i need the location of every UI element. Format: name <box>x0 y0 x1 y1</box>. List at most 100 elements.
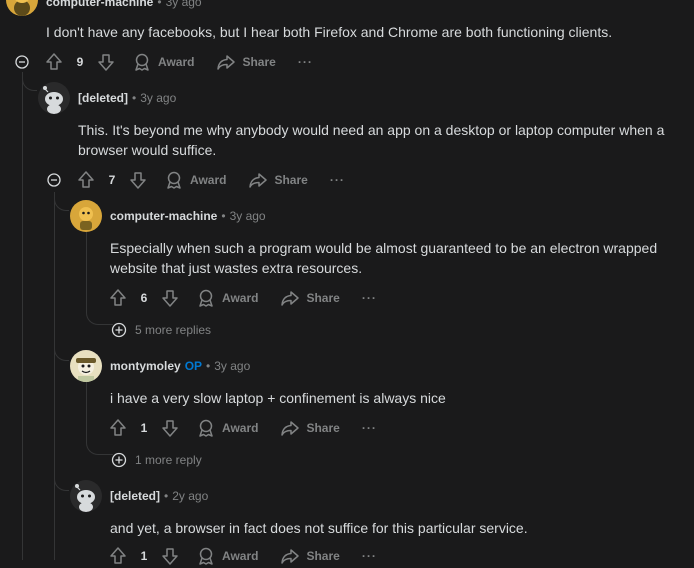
share-button[interactable]: Share <box>240 168 315 192</box>
thread-elbow <box>22 72 37 91</box>
more-options-button[interactable]: ··· <box>354 549 385 563</box>
upvote-button[interactable] <box>74 168 98 192</box>
share-label: Share <box>274 173 308 187</box>
award-label: Award <box>222 421 259 435</box>
comment-body: This. It's beyond me why anybody would n… <box>78 122 665 158</box>
comment-meta: [deleted] • 2y ago <box>110 487 208 505</box>
award-button[interactable]: Award <box>188 286 266 310</box>
timestamp[interactable]: 2y ago <box>172 489 208 503</box>
author-name[interactable]: [deleted] <box>110 489 160 503</box>
downvote-icon <box>162 290 178 307</box>
upvote-icon <box>110 289 126 306</box>
downvote-button[interactable] <box>158 544 182 568</box>
upvote-button[interactable] <box>106 286 130 310</box>
expand-icon <box>111 452 127 468</box>
thread-line[interactable] <box>86 232 87 312</box>
comment-meta: montymoley OP • 3y ago <box>110 357 250 375</box>
avatar[interactable] <box>6 0 38 16</box>
upvote-icon <box>110 547 126 564</box>
more-options-button[interactable]: ··· <box>354 291 385 305</box>
avatar[interactable] <box>70 200 102 232</box>
more-options-button[interactable]: ··· <box>354 421 385 435</box>
award-label: Award <box>222 291 259 305</box>
thread-line[interactable] <box>22 78 23 560</box>
comment-body: I don't have any facebooks, but I hear b… <box>46 24 613 40</box>
comment-body: Especially when such a program would be … <box>110 240 658 276</box>
more-options-button[interactable]: ··· <box>290 55 321 69</box>
author-name[interactable]: montymoley <box>110 359 181 373</box>
award-label: Award <box>158 55 195 69</box>
author-name[interactable]: computer-machine <box>46 0 153 9</box>
award-icon <box>135 53 149 71</box>
share-button[interactable]: Share <box>272 286 347 310</box>
comment-actions: 6 Award Share ··· <box>106 286 385 310</box>
separator: • <box>157 0 162 9</box>
vote-count: 1 <box>140 549 148 563</box>
vote-count: 9 <box>76 55 84 69</box>
thread-line[interactable] <box>86 382 87 442</box>
downvote-button[interactable] <box>158 286 182 310</box>
share-icon <box>281 549 300 564</box>
upvote-button[interactable] <box>42 50 66 74</box>
author-name[interactable]: computer-machine <box>110 209 217 223</box>
more-replies-link[interactable]: 5 more replies <box>111 320 211 340</box>
avatar[interactable] <box>70 480 102 512</box>
timestamp[interactable]: 3y ago <box>140 91 176 105</box>
share-button[interactable]: Share <box>272 416 347 440</box>
award-button[interactable]: Award <box>124 50 202 74</box>
timestamp[interactable]: 3y ago <box>214 359 250 373</box>
collapse-icon[interactable] <box>15 55 29 69</box>
award-button[interactable]: Award <box>188 544 266 568</box>
comment-meta: computer-machine • 3y ago <box>110 207 266 225</box>
award-button[interactable]: Award <box>188 416 266 440</box>
upvote-button[interactable] <box>106 544 130 568</box>
deleted-snoo-icon <box>75 484 95 512</box>
share-icon <box>249 173 268 188</box>
downvote-button[interactable] <box>94 50 118 74</box>
upvote-button[interactable] <box>106 416 130 440</box>
comment-body: i have a very slow laptop + confinement … <box>110 390 446 406</box>
more-replies-link[interactable]: 1 more reply <box>111 450 202 470</box>
upvote-icon <box>110 419 126 436</box>
vote-count: 7 <box>108 173 116 187</box>
award-icon <box>199 419 213 437</box>
share-label: Share <box>306 291 340 305</box>
comment-body: and yet, a browser in fact does not suff… <box>110 520 528 536</box>
more-replies-label: 5 more replies <box>135 323 212 337</box>
separator: • <box>132 91 137 105</box>
vote-count: 1 <box>140 421 148 435</box>
deleted-snoo-icon <box>43 86 63 114</box>
comment-actions: 1 Award Share ··· <box>106 416 385 440</box>
downvote-icon <box>162 548 178 565</box>
downvote-icon <box>162 420 178 437</box>
upvote-icon <box>78 171 94 188</box>
comment-actions: 1 Award Share ··· <box>106 544 385 568</box>
collapse-icon[interactable] <box>47 173 61 187</box>
avatar[interactable] <box>70 350 102 382</box>
thread-elbow <box>54 192 69 211</box>
award-icon <box>167 171 181 189</box>
downvote-button[interactable] <box>158 416 182 440</box>
downvote-icon <box>130 172 146 189</box>
share-label: Share <box>306 421 340 435</box>
share-label: Share <box>242 55 276 69</box>
award-icon <box>199 547 213 565</box>
comment-meta: [deleted] • 3y ago <box>78 89 176 107</box>
thread-elbow <box>54 342 69 361</box>
upvote-icon <box>46 53 62 70</box>
share-button[interactable]: Share <box>272 544 347 568</box>
more-options-button[interactable]: ··· <box>322 173 353 187</box>
thread-line[interactable] <box>54 196 55 560</box>
award-button[interactable]: Award <box>156 168 234 192</box>
comment-actions: 7 Award Share ··· <box>74 168 353 192</box>
separator: • <box>221 209 226 223</box>
share-icon <box>281 291 300 306</box>
timestamp[interactable]: 3y ago <box>230 209 266 223</box>
downvote-button[interactable] <box>126 168 150 192</box>
timestamp[interactable]: 3y ago <box>166 0 202 9</box>
avatar[interactable] <box>38 82 70 114</box>
award-label: Award <box>222 549 259 563</box>
share-button[interactable]: Share <box>208 50 283 74</box>
author-name[interactable]: [deleted] <box>78 91 128 105</box>
more-replies-label: 1 more reply <box>135 453 202 467</box>
